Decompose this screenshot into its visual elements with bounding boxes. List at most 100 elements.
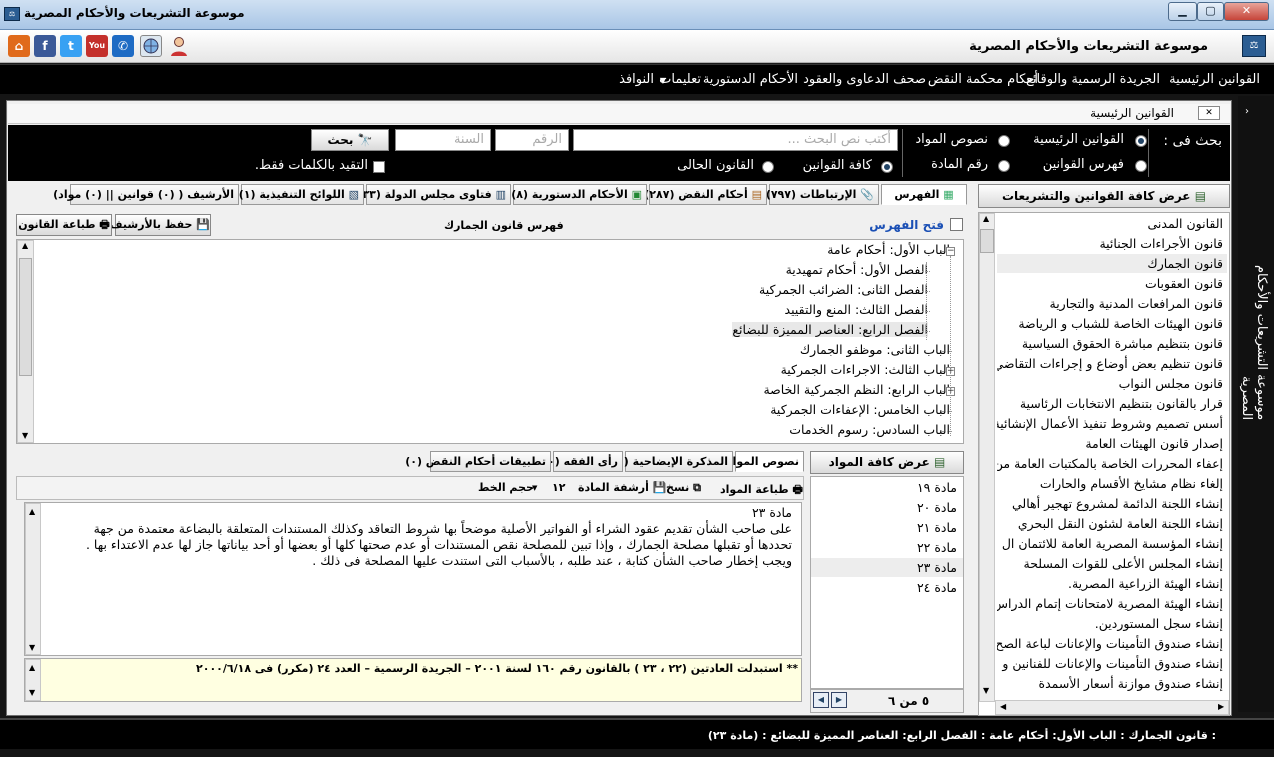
tab-article-texts[interactable]: نصوص المواد (727, 451, 804, 472)
law-list-item[interactable]: إنشاء المجلس الأعلى للقوات المسلحة (997, 554, 1227, 573)
exact-words-checkbox[interactable] (373, 161, 385, 173)
close-button[interactable]: ✕ (1224, 2, 1269, 21)
law-list-item[interactable]: إنشاء المؤسسة المصرية العامة للائتمان ال (997, 534, 1227, 553)
scroll-down-icon[interactable]: ▼ (29, 643, 35, 652)
home-icon[interactable]: ⌂ (8, 35, 30, 57)
menu-official-gazette[interactable]: الجريدة الرسمية والوقائع (1026, 72, 1160, 87)
scroll-left-icon[interactable]: ◀ (1000, 702, 1006, 711)
scroll-down-icon[interactable]: ▼ (29, 688, 35, 697)
law-list-item[interactable]: إنشاء اللجنة الدائمة لمشروع تهجير أهالي (997, 494, 1227, 513)
law-list-item[interactable]: قانون تنظيم بعض أوضاع و إجراءات التقاضي (997, 354, 1227, 373)
article-list-item[interactable]: مادة ٢١ (811, 518, 963, 537)
radio-main-laws[interactable] (1135, 135, 1147, 147)
tab-cassation-applications[interactable]: تطبيقات أحكام النقض (٠) (405, 451, 551, 472)
article-list-item[interactable]: مادة ٢٢ (811, 538, 963, 557)
twitter-icon[interactable]: t (60, 35, 82, 57)
law-list-item[interactable]: إلغاء نظام مشايخ الأقسام والحارات (997, 474, 1227, 493)
law-list-item[interactable]: القانون المدنى (997, 214, 1227, 233)
scroll-right-icon[interactable]: ▶ (1218, 702, 1224, 711)
laws-hscrollbar[interactable] (995, 700, 1229, 715)
tab-state-council[interactable]: ▥ فتاوى مجلس الدولة (٤٣٣) (351, 184, 511, 205)
radio-laws-index[interactable] (1135, 160, 1147, 172)
open-index-checkbox[interactable] (950, 218, 963, 231)
law-list-item[interactable]: إنشاء اللجنة العامة لشئون النقل البحري (997, 514, 1227, 533)
tab-index[interactable]: ▦ الفهرس (881, 184, 967, 205)
law-list-item[interactable]: إنشاء الهيئة الزراعية المصرية. (997, 574, 1227, 593)
law-list-item[interactable]: إصدار قانون الهيئات العامة (997, 434, 1227, 453)
scroll-up-icon[interactable]: ▲ (983, 214, 989, 223)
maximize-button[interactable]: ▢ (1197, 2, 1224, 21)
tree-item[interactable]: الباب السادس: رسوم الخدمات (789, 422, 950, 437)
radio-all-laws[interactable] (881, 161, 893, 173)
scroll-up-icon[interactable]: ▲ (29, 663, 35, 672)
next-article-icon[interactable]: ▶ (831, 692, 847, 708)
law-list-item[interactable]: إنشاء صندوق موازنة أسعار الأسمدة (997, 674, 1227, 693)
font-size-value[interactable]: ١٢ (552, 481, 565, 494)
tree-item[interactable]: الفصل الثانى: الضرائب الجمركية (759, 282, 928, 297)
law-list-item[interactable]: إنشاء الهيئة المصرية لامتحانات إتمام الد… (997, 594, 1227, 613)
law-list-item[interactable]: قانون العقوبات (997, 274, 1227, 293)
search-text-input[interactable]: أكتب نص البحث ... (573, 129, 898, 151)
laws-scrollbar[interactable] (979, 213, 995, 702)
law-list-item[interactable]: قانون الأجراءات الجنائية (997, 234, 1227, 253)
tree-item[interactable]: الباب الخامس: الإعفاءات الجمركية (770, 402, 950, 417)
article-list-item[interactable]: مادة ٢٤ (811, 578, 963, 597)
tree-item[interactable]: الباب الثالث: الاجراءات الجمركية (781, 362, 950, 377)
article-list-item[interactable]: مادة ١٩ (811, 478, 963, 497)
law-list-item[interactable]: إنشاء صندوق التأمينات والإعانات لباعة ال… (997, 634, 1227, 653)
law-list-item[interactable]: قانون الهيئات الخاصة للشباب و الرياضة (997, 314, 1227, 333)
facebook-icon[interactable]: f (34, 35, 56, 57)
chevron-down-icon[interactable]: ▼ (660, 76, 666, 85)
menu-cassation[interactable]: أحكام محكمة النقض (928, 72, 1038, 87)
tree-item[interactable]: الباب الثانى: موظفو الجمارك (800, 342, 950, 357)
tab-jurisprudence[interactable]: رأى الفقه (٠) (543, 451, 623, 472)
chevron-right-icon[interactable]: › (1245, 106, 1249, 117)
tab-archive[interactable]: الأرشيف ( (٠) قوانين || (٠) مواد) (53, 184, 239, 205)
scroll-up-icon[interactable]: ▲ (29, 507, 35, 516)
tab-constitutional[interactable]: ▣ الأحكام الدستورية (٨) (511, 184, 647, 205)
collapse-icon[interactable]: − (946, 247, 955, 256)
scroll-down-icon[interactable]: ▼ (22, 431, 28, 440)
window-titlebar[interactable]: ⚖ موسوعة التشريعات والأحكام المصرية ▁ ▢ … (0, 0, 1274, 30)
user-icon[interactable] (168, 35, 190, 57)
phone-icon[interactable]: ✆ (112, 35, 134, 57)
menu-lawsuit-papers[interactable]: صحف الدعاوى والعقود (803, 72, 926, 87)
tab-executive-regulations[interactable]: ▧ اللوائح التنفيذية (١) (239, 184, 364, 205)
law-list-item[interactable]: قانون بتنظيم مباشرة الحقوق السياسية (997, 334, 1227, 353)
article-list-item[interactable]: مادة ٢٠ (811, 498, 963, 517)
tree-item[interactable]: الفصل الثالث: المنع والتقييد (785, 302, 928, 317)
tab-cassation[interactable]: ▤ أحكام النقض (٢٨٧) (644, 184, 767, 205)
law-number-input[interactable]: الرقم (495, 129, 569, 151)
show-all-articles-button[interactable]: ▤ عرض كافة المواد (810, 451, 964, 474)
print-law-button[interactable]: 🖶 طباعة القانون (16, 214, 112, 236)
scroll-down-icon[interactable]: ▼ (983, 686, 989, 695)
scroll-up-icon[interactable]: ▲ (22, 241, 28, 250)
tree-item[interactable]: الباب الرابع: النظم الجمركية الخاصة (763, 382, 950, 397)
save-archive-button[interactable]: 💾 حفظ بالأرشيف (110, 214, 211, 236)
scroll-thumb[interactable] (19, 258, 32, 376)
tree-item[interactable]: الباب الأول: أحكام عامة (827, 242, 950, 257)
law-year-input[interactable]: السنة (395, 129, 491, 151)
youtube-icon[interactable]: You (86, 35, 108, 57)
radio-current-law[interactable] (762, 161, 774, 173)
copy-button[interactable]: ⧉ نسخ (666, 481, 701, 495)
close-panel-icon[interactable]: ✕ (1198, 106, 1220, 120)
tab-explanatory-memo[interactable]: المذكرة الإيضاحية (٠) (612, 451, 733, 472)
search-button[interactable]: 🔭 بحث (311, 129, 389, 151)
law-list-item[interactable]: أسس تصميم وشروط تنفيذ الأعمال الإنشائية (997, 414, 1227, 433)
tree-item[interactable]: الفصل الرابع: العناصر المميزة للبضائع (732, 322, 928, 337)
law-list-item[interactable]: قرار بالقانون بتنظيم الانتخابات الرئاسية (997, 394, 1227, 413)
article-scrollbar[interactable] (25, 503, 41, 655)
menu-main-laws[interactable]: القوانين الرئيسية (1169, 72, 1260, 87)
tree-item[interactable]: الفصل الأول: أحكام تمهيدية (786, 262, 928, 277)
show-all-laws-button[interactable]: ▤ عرض كافة القوانين والتشريعات (978, 184, 1230, 208)
law-list-item[interactable]: قانون المرافعات المدنية والتجارية (997, 294, 1227, 313)
tab-links[interactable]: 📎 الإرتباطات (٧٩٧) (766, 184, 879, 205)
scroll-thumb[interactable] (980, 229, 994, 253)
law-list-item[interactable]: إنشاء سجل المستوردين. (997, 614, 1227, 633)
minimize-button[interactable]: ▁ (1168, 2, 1197, 21)
radio-article-number[interactable] (998, 160, 1010, 172)
prev-article-icon[interactable]: ◀ (813, 692, 829, 708)
law-list-item[interactable]: قانون مجلس النواب (997, 374, 1227, 393)
menu-constitutional[interactable]: الأحكام الدستورية (703, 72, 798, 87)
